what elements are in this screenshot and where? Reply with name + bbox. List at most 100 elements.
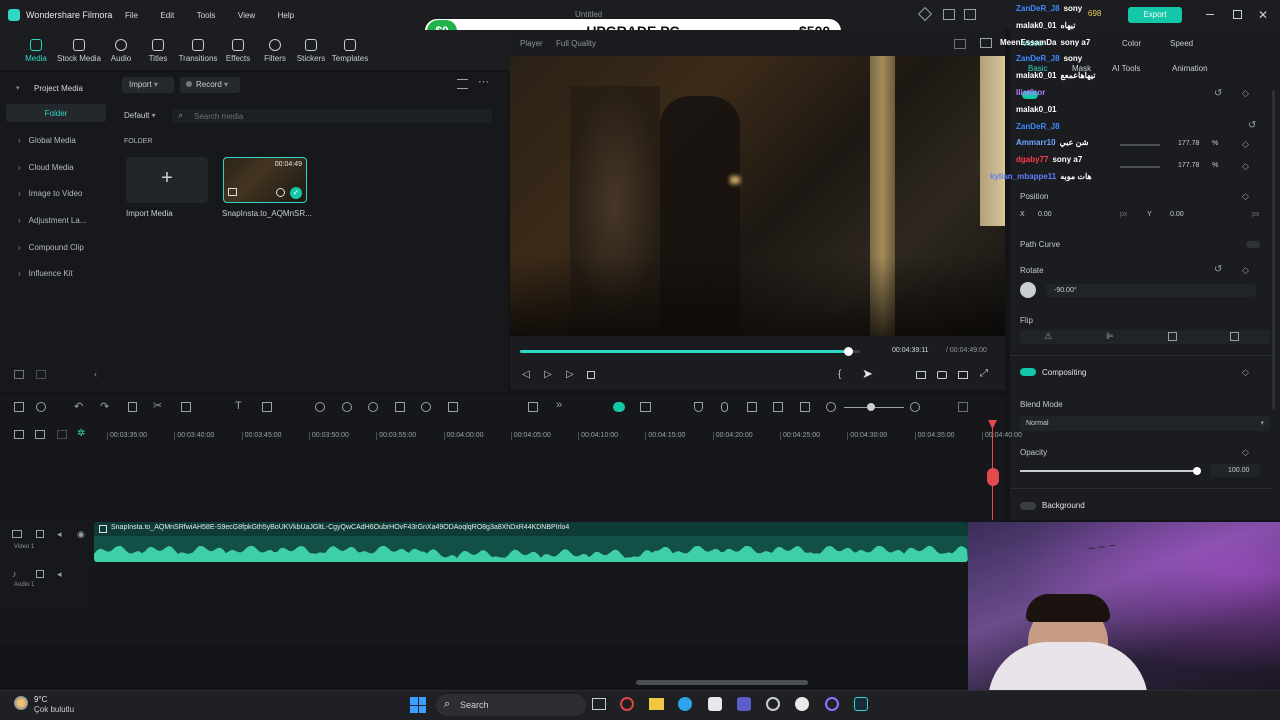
- snapshot-tool-icon[interactable]: [528, 402, 538, 412]
- position-keyframe-icon[interactable]: ◇: [1242, 191, 1249, 202]
- import-dropdown[interactable]: Import ▾: [122, 77, 174, 93]
- sidebar-item-folder[interactable]: Folder: [6, 104, 106, 122]
- audio-speaker-icon[interactable]: ◂: [57, 569, 62, 580]
- tab-speed[interactable]: Speed: [1170, 39, 1193, 48]
- flip-vertical-icon[interactable]: ⊫: [1106, 331, 1114, 342]
- settings-icon[interactable]: [766, 697, 780, 711]
- subtab-animation[interactable]: Animation: [1172, 64, 1208, 73]
- compositing-toggle[interactable]: [1020, 368, 1036, 376]
- rotate-dial[interactable]: [1020, 282, 1036, 298]
- video-clip[interactable]: SnapInsta.to_AQMnSRfwiAH58E-S9ecG8fpkGth…: [94, 522, 968, 562]
- edit-icon[interactable]: [395, 402, 405, 412]
- obs-icon[interactable]: [825, 697, 839, 711]
- layout-grid-icon[interactable]: [14, 402, 24, 412]
- store-icon[interactable]: [708, 697, 722, 711]
- volume-icon[interactable]: [958, 371, 968, 379]
- sidebar-item-adjustment-layer[interactable]: › Adjustment La...: [18, 216, 86, 225]
- opera-icon[interactable]: [620, 697, 634, 711]
- shape-tool-icon[interactable]: [262, 402, 272, 412]
- filmora-taskbar-icon[interactable]: [854, 697, 868, 711]
- timeline-scrollbar[interactable]: [636, 680, 808, 685]
- picture-in-picture-icon[interactable]: [773, 402, 783, 412]
- display-icon[interactable]: [916, 371, 926, 379]
- sidebar-item-global-media[interactable]: › Global Media: [18, 136, 76, 145]
- audio-lock-icon[interactable]: [36, 570, 44, 578]
- crop-icon[interactable]: [181, 402, 191, 412]
- cut-icon[interactable]: ✂: [153, 399, 162, 412]
- mark-in-icon[interactable]: {: [838, 369, 841, 380]
- opacity-slider[interactable]: [1020, 470, 1197, 472]
- play-frame-icon[interactable]: ▷: [544, 369, 552, 380]
- text-tool-icon[interactable]: T: [235, 400, 242, 412]
- replace-icon[interactable]: [800, 402, 810, 412]
- snap-icon[interactable]: ✲: [77, 428, 85, 439]
- speed-icon[interactable]: [315, 402, 325, 412]
- rotate-left-icon[interactable]: [1168, 332, 1177, 341]
- minimize-icon[interactable]: [1206, 14, 1214, 15]
- flip-horizontal-icon[interactable]: ⚠: [1044, 331, 1052, 342]
- sort-dropdown[interactable]: Default ▾: [124, 111, 156, 120]
- eye-icon[interactable]: ◉: [77, 529, 85, 540]
- scale-x-keyframe-icon[interactable]: ◇: [1242, 139, 1249, 150]
- stop-icon[interactable]: [587, 371, 595, 379]
- scale-y-keyframe-icon[interactable]: ◇: [1242, 161, 1249, 172]
- scale-x-value[interactable]: 177.78: [1178, 140, 1199, 147]
- rotate-reset-icon[interactable]: ↺: [1214, 264, 1222, 275]
- x-value[interactable]: 0.00: [1038, 211, 1052, 218]
- search-media-field[interactable]: ⌕ Search media: [172, 109, 492, 123]
- quality-dropdown[interactable]: Full Quality: [556, 39, 596, 48]
- teams-icon[interactable]: [737, 697, 751, 711]
- lock-icon[interactable]: [36, 530, 44, 538]
- opacity-keyframe-icon[interactable]: ◇: [1242, 447, 1249, 458]
- delete-icon[interactable]: [128, 402, 137, 412]
- menu-tools[interactable]: Tools: [197, 11, 216, 20]
- scale-reset-icon[interactable]: ↺: [1248, 120, 1256, 131]
- select-tool-icon[interactable]: [36, 402, 46, 412]
- snapshot-icon[interactable]: [954, 39, 966, 49]
- fullscreen-icon[interactable]: ⤢: [980, 368, 988, 379]
- audio-mixer-icon[interactable]: [747, 402, 757, 412]
- notification-icon[interactable]: [943, 9, 955, 20]
- windows-start-icon[interactable]: [410, 697, 426, 713]
- timer-icon[interactable]: [421, 402, 431, 412]
- music-app-icon[interactable]: [795, 697, 809, 711]
- layout-icon[interactable]: [964, 9, 976, 20]
- sidebar-item-influence-kit[interactable]: › Influence Kit: [18, 269, 73, 278]
- menu-view[interactable]: View: [238, 11, 255, 20]
- ai-tool-icon[interactable]: [448, 402, 458, 412]
- magnet-icon[interactable]: [57, 430, 67, 439]
- new-folder-icon[interactable]: [14, 370, 24, 379]
- more-tools-icon[interactable]: »: [556, 399, 562, 411]
- import-media-tile[interactable]: +: [126, 157, 208, 203]
- speaker-icon[interactable]: ◂: [57, 529, 62, 540]
- y-value[interactable]: 0.00: [1170, 211, 1184, 218]
- previous-frame-icon[interactable]: ◁: [522, 369, 530, 380]
- redo-icon[interactable]: ↷: [100, 400, 109, 413]
- reset-icon[interactable]: ↺: [1214, 88, 1222, 99]
- background-toggle[interactable]: [1020, 502, 1036, 510]
- opacity-value[interactable]: 100.00: [1210, 464, 1260, 477]
- zoom-out-icon[interactable]: [826, 402, 836, 412]
- scale-y-value[interactable]: 177.78: [1178, 162, 1199, 169]
- file-explorer-icon[interactable]: [649, 698, 664, 710]
- sidebar-item-cloud-media[interactable]: › Cloud Media: [18, 163, 74, 172]
- send-icon[interactable]: [917, 6, 933, 22]
- undo-icon[interactable]: ↶: [74, 400, 83, 413]
- rotate-value[interactable]: -90.00°: [1046, 284, 1256, 297]
- record-dropdown[interactable]: Record ▾: [180, 77, 240, 93]
- menu-file[interactable]: File: [125, 11, 138, 20]
- zoom-in-icon[interactable]: [910, 402, 920, 412]
- path-curve-toggle[interactable]: [1246, 241, 1260, 248]
- auto-ripple-icon[interactable]: [613, 402, 625, 412]
- sidebar-item-compound-clip[interactable]: › Compound Clip: [18, 243, 84, 252]
- sidebar-item-image-to-video[interactable]: › Image to Video: [18, 189, 82, 198]
- menu-edit[interactable]: Edit: [160, 11, 174, 20]
- taskbar-search[interactable]: ⌕ Search: [436, 694, 586, 716]
- project-media-header[interactable]: Project Media: [34, 84, 83, 93]
- play-icon[interactable]: ▷: [566, 369, 574, 380]
- timeline-settings-icon[interactable]: [958, 402, 968, 412]
- collapse-arrow-icon[interactable]: ▾: [16, 84, 20, 92]
- rotate-keyframe-icon[interactable]: ◇: [1242, 265, 1249, 276]
- tab-player[interactable]: Player: [520, 39, 543, 48]
- link-tracks-icon[interactable]: [35, 430, 45, 439]
